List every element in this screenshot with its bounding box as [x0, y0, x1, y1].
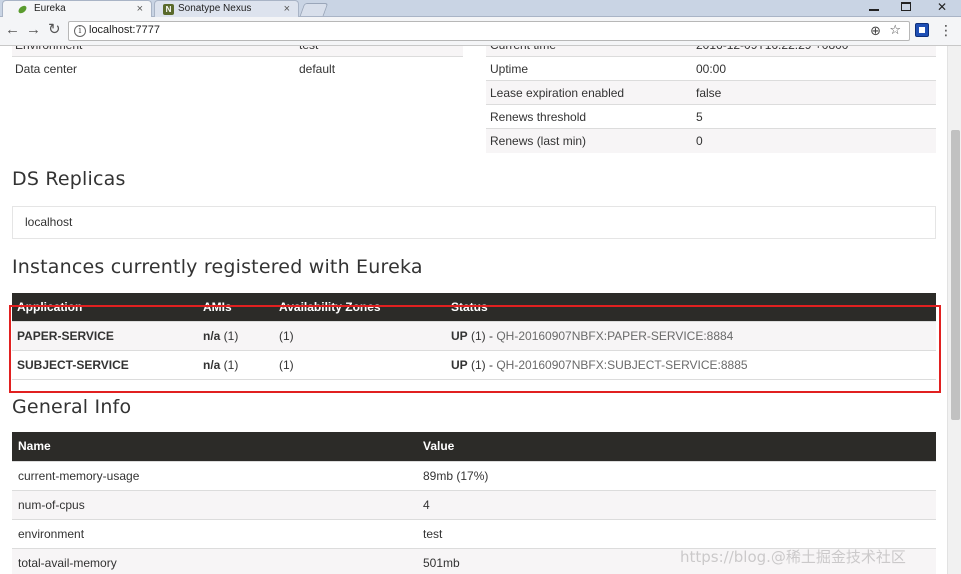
info-name: current-memory-usage [12, 460, 417, 490]
page-viewport: Environment test Data center default Cur… [0, 46, 947, 574]
table-row: Environment test [12, 46, 463, 57]
minimize-window-icon[interactable] [869, 3, 879, 11]
forward-arrow-icon[interactable]: → [26, 21, 41, 39]
tab-title: Sonatype Nexus [178, 3, 252, 14]
info-value: test [417, 518, 936, 548]
table-row: PAPER-SERVICE n/a (1) (1) UP (1) - QH-20… [12, 320, 936, 350]
column-header-value: Value [417, 432, 936, 461]
extension-icon[interactable] [915, 23, 929, 37]
table-row: environment test [12, 518, 936, 548]
table-row: Renews (last min) 0 [486, 128, 936, 153]
status-value: false [692, 80, 936, 105]
status-key: Renews threshold [486, 104, 692, 129]
column-header-status: Status [446, 293, 936, 321]
maximize-window-icon[interactable] [901, 2, 911, 11]
reload-icon[interactable]: ↻ [48, 21, 61, 39]
amis-count: (1) [220, 357, 239, 372]
address-url[interactable]: localhost:7777 [89, 24, 160, 36]
leaf-icon [18, 5, 27, 14]
amis-cell: n/a (1) [198, 349, 274, 380]
status-key: Renews (last min) [486, 128, 692, 153]
scrollbar-thumb[interactable] [951, 130, 960, 420]
status-value: 0 [692, 128, 936, 153]
instances-title: Instances currently registered with Eure… [12, 256, 423, 278]
table-row: Renews threshold 5 [486, 104, 936, 129]
column-header-zones: Availability Zones [274, 293, 446, 321]
ds-replicas-list: localhost [12, 206, 936, 239]
address-bar[interactable]: i localhost:7777 ⊕ ☆ [68, 21, 910, 41]
info-value: 89mb (17%) [417, 460, 936, 490]
status-key: Current time [486, 46, 692, 57]
table-row: Lease expiration enabled false [486, 80, 936, 105]
instance-link[interactable]: QH-20160907NBFX:PAPER-SERVICE:8884 [496, 329, 733, 343]
status-value: 00:00 [692, 56, 936, 81]
info-name: total-avail-memory [12, 547, 417, 574]
table-header-row: Name Value [12, 432, 936, 461]
ds-replicas-title: DS Replicas [12, 168, 126, 190]
bookmark-star-icon[interactable]: ☆ [889, 22, 901, 38]
env-value: default [296, 56, 463, 81]
status-key: Lease expiration enabled [486, 80, 692, 105]
table-row: SUBJECT-SERVICE n/a (1) (1) UP (1) - QH-… [12, 349, 936, 380]
env-key: Data center [12, 56, 296, 81]
nexus-icon: N [163, 4, 174, 15]
amis-count: (1) [220, 328, 239, 343]
tab-sonatype-nexus[interactable]: N Sonatype Nexus × [154, 0, 299, 17]
close-window-icon[interactable]: ✕ [937, 0, 947, 14]
table-row: Current time 2016-12-09T16:22:29 +0800 [486, 46, 936, 57]
amis-cell: n/a (1) [198, 320, 274, 350]
table-row: Data center default [12, 56, 463, 81]
amis-value: n/a [203, 357, 221, 372]
info-name: num-of-cpus [12, 489, 417, 519]
status-table: Current time 2016-12-09T16:22:29 +0800 U… [486, 46, 936, 153]
instances-table: Application AMIs Availability Zones Stat… [12, 293, 936, 380]
table-row: num-of-cpus 4 [12, 489, 936, 519]
close-tab-icon[interactable]: × [284, 1, 290, 17]
table-row: current-memory-usage 89mb (17%) [12, 460, 936, 490]
zones-cell: (1) [274, 320, 446, 350]
column-header-amis: AMIs [198, 293, 274, 321]
environment-table: Environment test Data center default [12, 46, 463, 81]
table-header-row: Application AMIs Availability Zones Stat… [12, 293, 936, 321]
zoom-icon[interactable]: ⊕ [870, 23, 881, 39]
browser-tabstrip: Eureka × N Sonatype Nexus × ✕ [0, 0, 961, 17]
tab-title: Eureka [34, 3, 66, 14]
replica-item: localhost [25, 215, 73, 229]
zones-cell: (1) [274, 349, 446, 380]
page-scrollbar[interactable] [947, 46, 961, 574]
general-info-title: General Info [12, 396, 132, 418]
column-header-name: Name [12, 432, 417, 461]
status-value: 5 [692, 104, 936, 129]
column-header-application: Application [12, 293, 198, 321]
application-name: SUBJECT-SERVICE [12, 349, 198, 380]
info-icon[interactable]: i [74, 25, 86, 37]
application-name: PAPER-SERVICE [12, 320, 198, 350]
env-value: test [296, 46, 463, 57]
status-count: (1) - [467, 328, 497, 343]
status-cell: UP (1) - QH-20160907NBFX:PAPER-SERVICE:8… [446, 320, 936, 350]
env-key: Environment [12, 46, 296, 57]
new-tab-button[interactable] [299, 3, 329, 16]
status-up: UP [451, 357, 468, 372]
browser-menu-icon[interactable]: ⋮ [939, 21, 953, 39]
back-arrow-icon[interactable]: ← [5, 21, 20, 39]
status-key: Uptime [486, 56, 692, 81]
status-up: UP [451, 328, 468, 343]
instance-link[interactable]: QH-20160907NBFX:SUBJECT-SERVICE:8885 [496, 358, 747, 372]
tab-eureka[interactable]: Eureka × [2, 0, 152, 17]
status-cell: UP (1) - QH-20160907NBFX:SUBJECT-SERVICE… [446, 349, 936, 380]
table-row: Uptime 00:00 [486, 56, 936, 81]
status-count: (1) - [467, 357, 497, 372]
status-value: 2016-12-09T16:22:29 +0800 [692, 46, 936, 57]
close-tab-icon[interactable]: × [137, 1, 143, 17]
info-name: environment [12, 518, 417, 548]
info-value: 4 [417, 489, 936, 519]
amis-value: n/a [203, 328, 221, 343]
watermark: https://blog.@稀土掘金技术社区 [680, 548, 906, 566]
browser-toolbar: ← → ↻ i localhost:7777 ⊕ ☆ ⋮ [0, 17, 961, 46]
